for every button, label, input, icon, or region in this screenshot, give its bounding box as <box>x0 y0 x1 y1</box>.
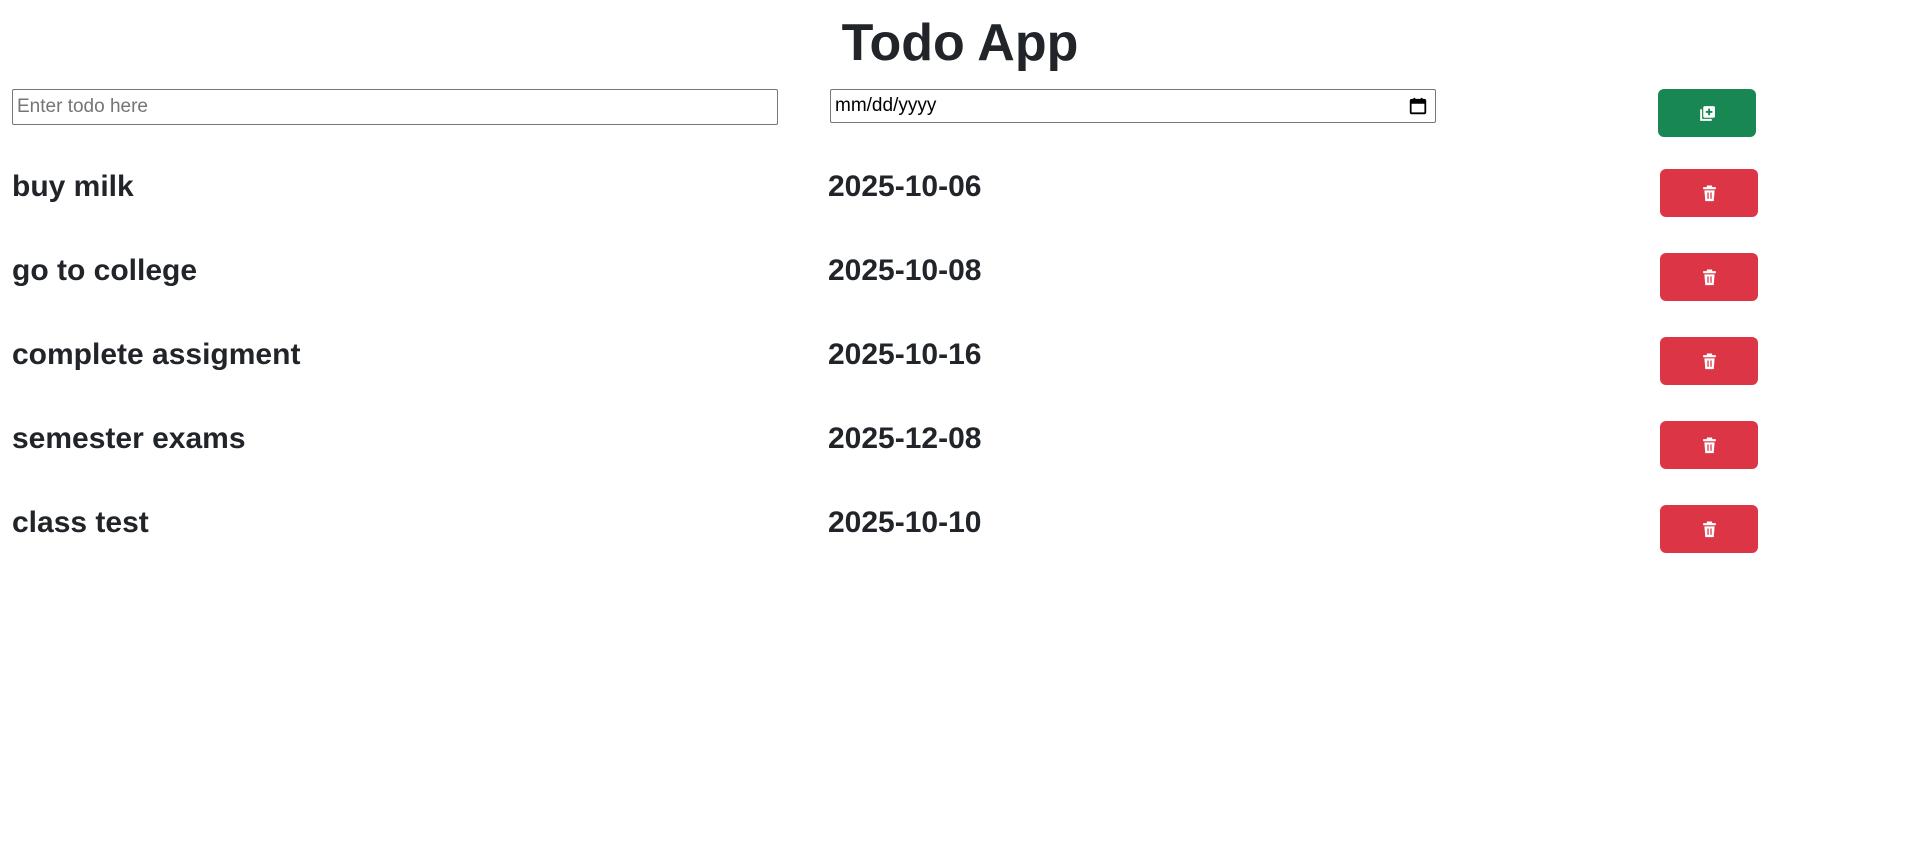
todo-date: 2025-10-10 <box>828 506 982 539</box>
todo-app: Todo App mm/dd/yyyy buy milk 2025-10-06 go… <box>0 0 1920 847</box>
todo-date: 2025-10-16 <box>828 338 982 371</box>
date-input[interactable]: mm/dd/yyyy <box>830 89 1436 123</box>
add-todo-button[interactable] <box>1658 89 1756 137</box>
todo-input[interactable] <box>12 89 778 125</box>
delete-todo-button[interactable] <box>1660 505 1758 553</box>
todo-date: 2025-12-08 <box>828 422 982 455</box>
todo-name: go to college <box>12 254 198 287</box>
date-placeholder: mm/dd/yyyy <box>835 95 937 116</box>
todo-row: complete assigment 2025-10-16 <box>0 335 1920 385</box>
todo-form: mm/dd/yyyy <box>0 89 1920 137</box>
add-square-icon <box>1699 105 1715 121</box>
page-title: Todo App <box>841 14 1079 72</box>
todo-name: complete assigment <box>12 338 301 371</box>
todo-name: semester exams <box>12 422 246 455</box>
delete-todo-button[interactable] <box>1660 253 1758 301</box>
trash-icon <box>1702 185 1716 201</box>
todo-row: class test 2025-10-10 <box>0 503 1920 553</box>
delete-todo-button[interactable] <box>1660 421 1758 469</box>
todo-row: buy milk 2025-10-06 <box>0 167 1920 217</box>
trash-icon <box>1702 353 1716 369</box>
todo-date: 2025-10-06 <box>828 170 982 203</box>
todo-name: buy milk <box>12 170 134 203</box>
calendar-icon[interactable] <box>1409 97 1427 115</box>
todo-row: go to college 2025-10-08 <box>0 251 1920 301</box>
trash-icon <box>1702 269 1716 285</box>
delete-todo-button[interactable] <box>1660 169 1758 217</box>
todo-date: 2025-10-08 <box>828 254 982 287</box>
trash-icon <box>1702 521 1716 537</box>
todo-name: class test <box>12 506 149 539</box>
todo-row: semester exams 2025-12-08 <box>0 419 1920 469</box>
trash-icon <box>1702 437 1716 453</box>
delete-todo-button[interactable] <box>1660 337 1758 385</box>
